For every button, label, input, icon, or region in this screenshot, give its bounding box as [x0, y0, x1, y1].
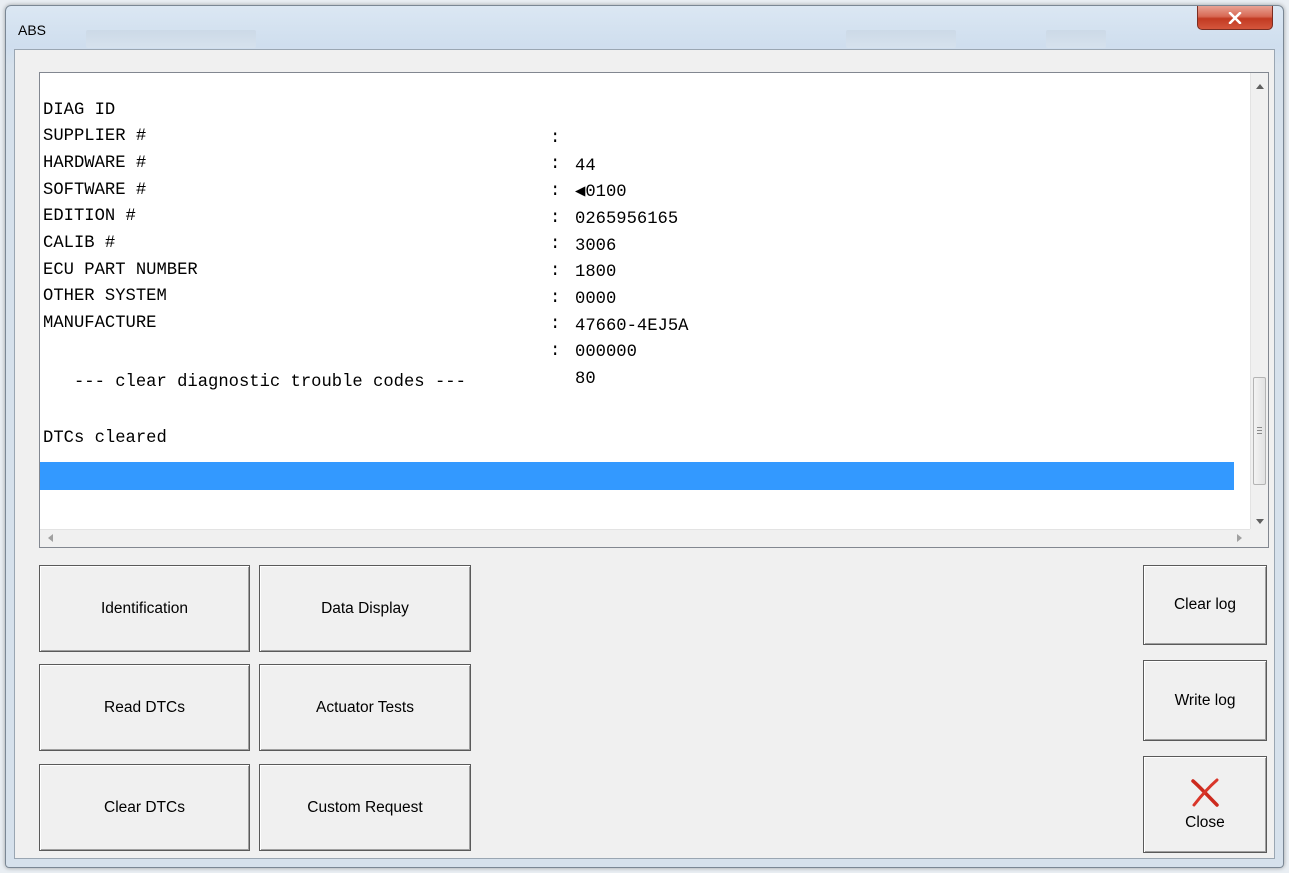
red-x-icon [1191, 778, 1219, 807]
log-value: 3006 [575, 237, 617, 256]
log-separator: : [550, 182, 561, 201]
log-key: MANUFACTURE [43, 314, 157, 333]
close-button-label: Close [1185, 813, 1225, 831]
log-value: 44 [575, 157, 596, 176]
log-value: ◀0100 [575, 183, 627, 202]
horizontal-scrollbar[interactable] [40, 529, 1250, 547]
log-row: ECU PART NUMBER : 47660-4EJ5A [43, 229, 688, 336]
grip-line [1257, 427, 1262, 428]
log-listbox[interactable]: DIAG ID : 44 SUPPLIER # : ◀0100 HARDWARE… [39, 72, 1269, 548]
log-separator: : [550, 262, 561, 281]
log-row: HARDWARE # : 0265956165 [43, 122, 678, 229]
log-row: CALIB # : 0000 [43, 202, 616, 309]
log-value: 1800 [575, 263, 617, 282]
log-value: 80 [575, 370, 596, 389]
selected-log-line[interactable] [40, 462, 1234, 490]
close-x-icon [1228, 11, 1242, 24]
vertical-scrollbar[interactable] [1250, 73, 1268, 529]
scroll-left-arrow-icon[interactable] [48, 534, 53, 542]
log-section-header: --- clear diagnostic trouble codes --- [43, 373, 466, 392]
title-bar[interactable]: ABS [6, 6, 1283, 54]
scroll-right-arrow-icon[interactable] [1237, 534, 1242, 542]
window-close-button[interactable] [1197, 6, 1273, 30]
write-log-button[interactable]: Write log [1143, 660, 1267, 741]
abs-window: ABS DIAG ID : 44 SUPPLIER # : ◀0100 HARD… [5, 5, 1284, 868]
actuator-tests-button[interactable]: Actuator Tests [259, 664, 471, 751]
grip-line [1257, 433, 1262, 434]
log-value: 47660-4EJ5A [575, 317, 689, 336]
log-row: SUPPLIER # : ◀0100 [43, 95, 627, 202]
log-separator: : [550, 315, 561, 334]
read-dtcs-button[interactable]: Read DTCs [39, 664, 250, 751]
scroll-up-arrow-icon[interactable] [1256, 84, 1264, 89]
log-row: OTHER SYSTEM : 000000 [43, 255, 637, 362]
log-status-line: DTCs cleared [43, 429, 167, 448]
log-value: 000000 [575, 343, 637, 362]
log-separator: : [550, 235, 561, 254]
close-button[interactable]: Close [1143, 756, 1267, 853]
scroll-corner [1250, 529, 1268, 547]
log-row: DIAG ID : 44 [43, 73, 596, 176]
grip-line [1257, 430, 1262, 431]
log-value: 0265956165 [575, 210, 679, 229]
log-separator: : [550, 289, 561, 308]
custom-request-button[interactable]: Custom Request [259, 764, 471, 851]
clear-dtcs-button[interactable]: Clear DTCs [39, 764, 250, 851]
vertical-scroll-thumb[interactable] [1253, 377, 1266, 485]
log-value: 0000 [575, 290, 617, 309]
log-content: DIAG ID : 44 SUPPLIER # : ◀0100 HARDWARE… [40, 73, 1250, 529]
titlebar-background-blur [1046, 30, 1106, 48]
window-title: ABS [18, 22, 47, 38]
titlebar-background-blur [86, 30, 256, 48]
log-row: MANUFACTURE : 80 [43, 282, 596, 389]
log-row: SOFTWARE # : 3006 [43, 149, 616, 256]
scroll-down-arrow-icon[interactable] [1256, 519, 1264, 524]
client-area: DIAG ID : 44 SUPPLIER # : ◀0100 HARDWARE… [14, 49, 1275, 859]
identification-button[interactable]: Identification [39, 565, 250, 652]
log-separator: : [550, 342, 561, 361]
clear-log-button[interactable]: Clear log [1143, 565, 1267, 645]
log-separator: : [550, 155, 561, 174]
log-row: EDITION # : 1800 [43, 175, 616, 282]
log-separator: : [550, 129, 561, 148]
titlebar-background-blur [846, 30, 956, 48]
log-separator: : [550, 209, 561, 228]
data-display-button[interactable]: Data Display [259, 565, 471, 652]
